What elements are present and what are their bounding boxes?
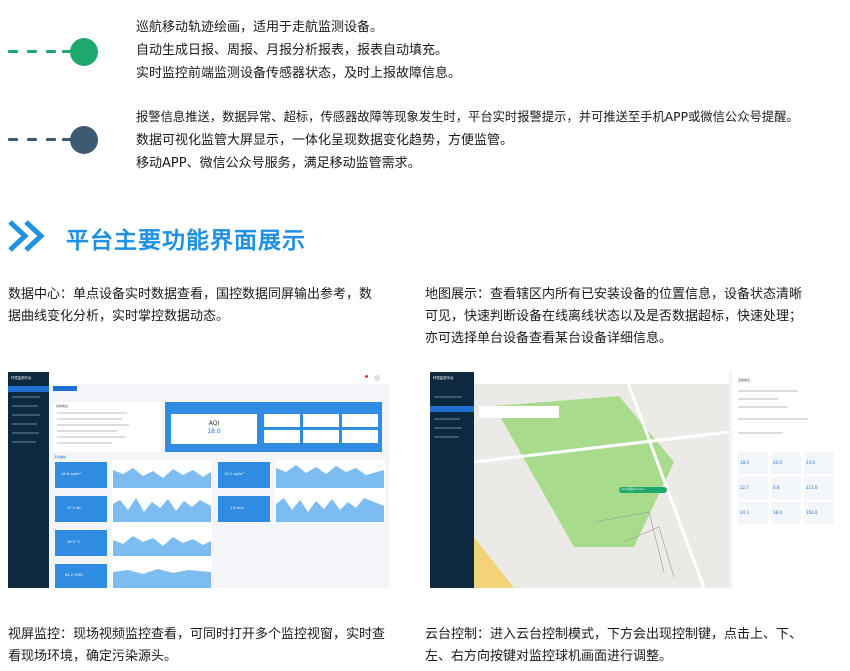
metric-tile: 23.0 [804,452,834,474]
trend-charts [112,460,385,588]
feature-item: 实时监控前端监测设备传感器状态，及时上报故障信息。 [136,66,462,81]
metric-tile: 156.0 [804,502,834,524]
desc-line: 数据中心：单点设备实时数据查看，国控数据同屏输出参考，数 [8,287,373,302]
metric-tile: 111.0 [804,477,834,499]
feature-item: 移动APP、微信公众号服务，满足移动监管需求。 [136,156,421,171]
map-view-description: 地图展示：查看辖区内所有已安装设备的位置信息，设备状态清晰 可见，快速判断设备在… [425,284,845,350]
map-marker-label: xxxx监测点xxxxxx [621,488,645,491]
desc-line: 地图展示：查看辖区内所有已安装设备的位置信息，设备状态清晰 [425,287,803,302]
feature-list-2: 报警信息推送，数据异常、超标，传感器故障等现象发生时，平台实时报警提示，并可推送… [136,106,799,175]
info-title: 设备信息 [738,378,751,382]
desc-line: 左、右方向按键对监控球机画面进行调整。 [425,649,673,664]
app-title: 环境监测平台 [433,376,454,380]
video-monitor-description: 视屏监控：现场视频监控查看，可同时打开多个监控视窗，实时查 看现场环境，确定污染… [8,624,418,668]
metric-tile: 0.8 [771,477,801,499]
metric-tile: 24.3 [738,502,768,524]
desc-line: 据曲线变化分析，实时掌控数据动态。 [8,309,230,324]
metric-tile: 18.0 [771,502,801,524]
feature-list-1: 巡航移动轨迹绘画，适用于走航监测设备。 自动生成日报、周报、月报分析报表，报表自… [136,16,461,85]
double-chevron-icon [8,219,48,253]
map-screenshot: 环境监测平台 xxxx监测点xxxxxx 设备信息 18.0 20.0 23.0 [430,372,845,588]
map-canvas [474,372,729,588]
metric-tile: 12.7 [738,477,768,499]
sidebar: 环境监测平台 [430,372,474,588]
metric-tile: 18.0 [738,452,768,474]
desc-line: 看现场环境，确定污染源头。 [8,649,178,664]
data-center-description: 数据中心：单点设备实时数据查看，国控数据同屏输出参考，数 据曲线变化分析，实时掌… [8,284,408,328]
feature-item: 自动生成日报、周报、月报分析报表，报表自动填充。 [136,43,449,58]
feature-item: 数据可视化监管大屏显示，一体化呈现数据变化趋势，方便监管。 [136,133,514,148]
slate-dot-icon [70,126,98,154]
desc-line: 视屏监控：现场视频监控查看，可同时打开多个监控视窗，实时查 [8,627,386,642]
desc-line: 亦可选择单台设备查看某台设备详细信息。 [425,331,673,346]
feature-group-1-marker [8,38,98,66]
desc-line: 可见，快速判断设备在线离线状态以及是否数据超标，快速处理； [425,309,803,324]
desc-line: 云台控制：进入云台控制模式，下方会出现控制键，点击上、下、 [425,627,803,642]
feature-group-2-marker [8,126,98,154]
metric-tiles: 18.0 20.0 23.0 12.7 0.8 111.0 24.3 18.0 … [738,452,838,524]
metric-tile: 20.0 [771,452,801,474]
green-dot-icon [70,38,98,66]
device-info-panel: 设备信息 18.0 20.0 23.0 12.7 0.8 111.0 24.3 … [732,372,845,588]
feature-item: 报警信息推送，数据异常、超标，传感器故障等现象发生时，平台实时报警提示，并可推送… [136,110,799,124]
data-center-screenshot: 环境监测平台 基本信息 AQI 18.0 实时曲线 16.8 ug/m³ 37.… [8,372,389,588]
feature-item: 巡航移动轨迹绘画，适用于走航监测设备。 [136,20,384,35]
section-title: 平台主要功能界面展示 [66,228,306,254]
ptz-control-description: 云台控制：进入云台控制模式，下方会出现控制键，点击上、下、 左、右方向按键对监控… [425,624,845,668]
